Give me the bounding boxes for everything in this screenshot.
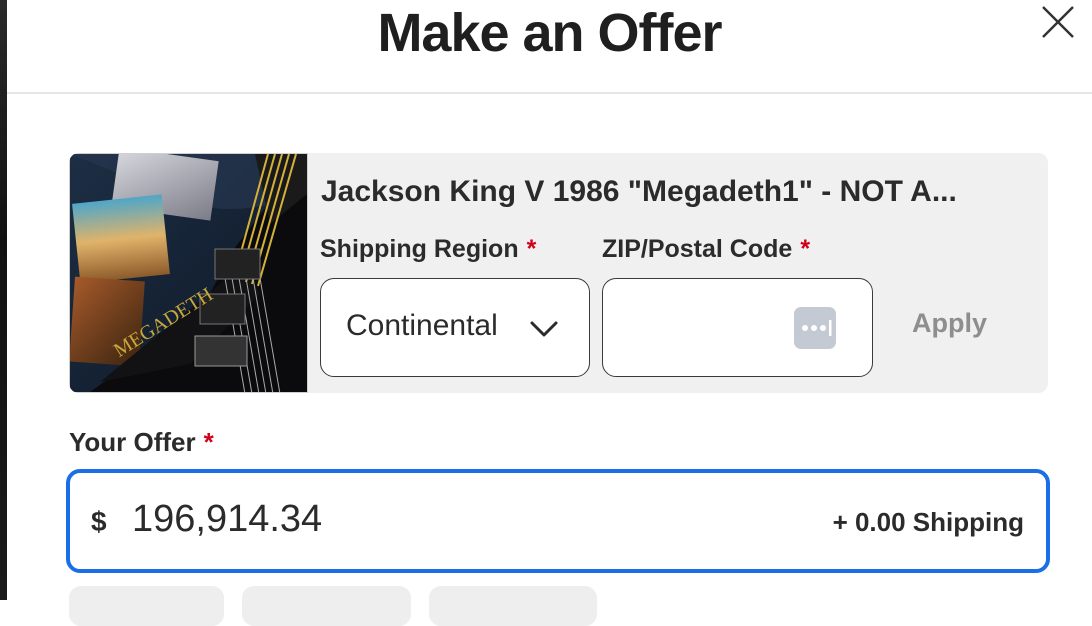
currency-symbol: $ bbox=[91, 506, 107, 537]
suggested-offer-chip[interactable] bbox=[69, 586, 224, 626]
modal-header: Make an Offer bbox=[7, 0, 1092, 94]
apply-button[interactable]: Apply bbox=[912, 308, 987, 339]
shipping-region-select[interactable]: Continental bbox=[320, 278, 590, 377]
listing-title[interactable]: Jackson King V 1986 "Megadeth1" - NOT A.… bbox=[321, 175, 957, 209]
offer-amount-input[interactable]: $ 196,914.34 + 0.00 Shipping bbox=[66, 469, 1050, 573]
your-offer-label: Your Offer * bbox=[69, 427, 214, 457]
listing-card: MEGADETH Jackson King V 1986 "Megadeth1"… bbox=[69, 153, 1048, 393]
required-mark: * bbox=[800, 235, 811, 263]
modal-title: Make an Offer bbox=[377, 3, 722, 63]
listing-thumbnail[interactable]: MEGADETH bbox=[69, 153, 308, 393]
zip-code-input[interactable] bbox=[602, 278, 873, 377]
suggested-offer-chip[interactable] bbox=[429, 586, 597, 626]
suggested-offer-chip[interactable] bbox=[242, 586, 411, 626]
zip-code-label: ZIP/Postal Code * bbox=[602, 235, 811, 263]
offer-amount-value: 196,914.34 bbox=[132, 498, 323, 540]
shipping-cost-note: + 0.00 Shipping bbox=[832, 507, 1024, 537]
chevron-down-icon bbox=[530, 321, 558, 337]
required-mark: * bbox=[526, 235, 537, 263]
required-mark: * bbox=[203, 427, 214, 457]
close-icon bbox=[1042, 6, 1074, 38]
shipping-region-label: Shipping Region * bbox=[320, 235, 537, 263]
shipping-region-value: Continental bbox=[346, 309, 498, 342]
password-manager-icon[interactable] bbox=[794, 307, 836, 349]
close-button[interactable] bbox=[1040, 4, 1076, 40]
background-window-edge bbox=[0, 0, 7, 600]
